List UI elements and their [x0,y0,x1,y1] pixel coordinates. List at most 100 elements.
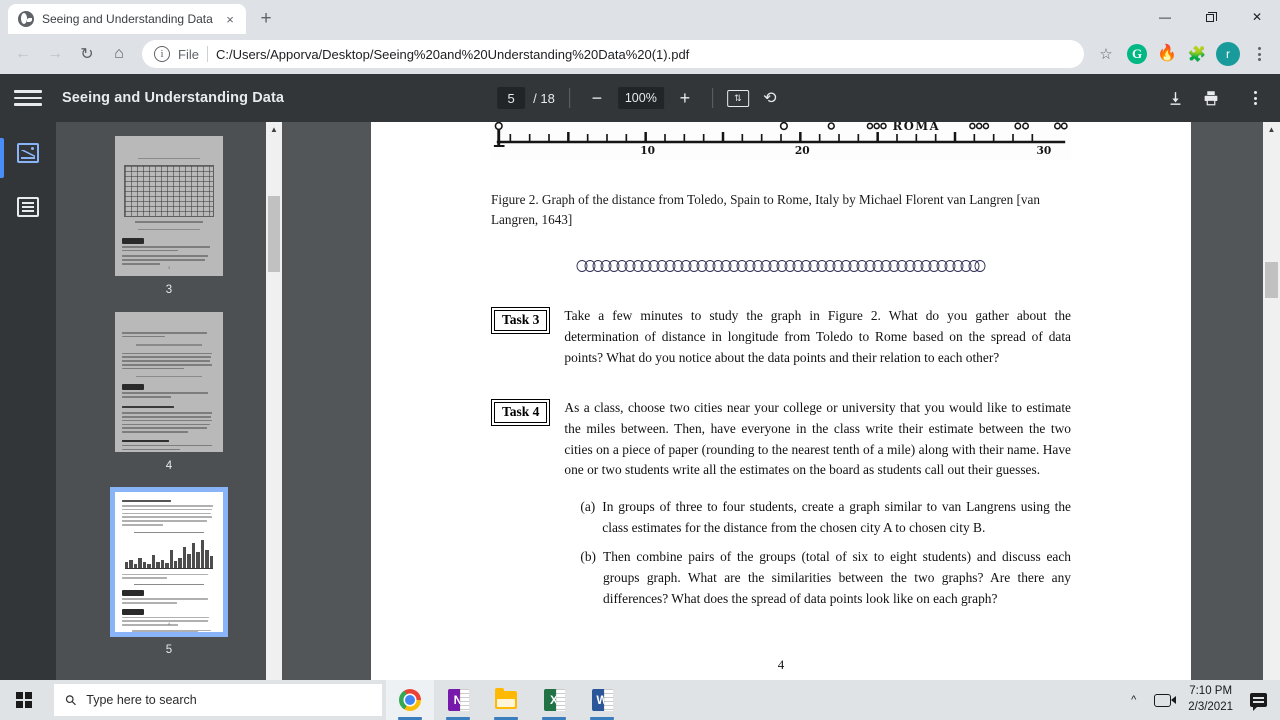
thumbnail-page-5[interactable]: 4 5 [110,487,228,672]
printer-icon[interactable] [1202,89,1220,107]
globe-icon [18,11,34,27]
chrome-logo [399,689,421,711]
scrollbar-thumb[interactable] [268,196,280,272]
pdf-page-controls: 5 / 18 − 100% + ⇅ ⟲ [497,85,783,111]
grammarly-glyph: G [1127,44,1147,64]
taskbar-search-input[interactable]: ⚲ Type here to search [54,684,382,716]
svg-text:20: 20 [795,144,810,157]
scroll-up-arrow[interactable]: ▲ [1263,125,1280,134]
new-tab-button[interactable]: + [252,5,280,33]
browser-menu-icon[interactable] [1246,47,1272,61]
pdf-more-menu-icon[interactable] [1242,91,1268,105]
download-icon[interactable] [1167,90,1184,107]
folder-icon [495,688,517,709]
document-outline-icon[interactable] [15,194,41,220]
figure-image: ROMA 10 20 30 [491,122,1071,160]
taskbar-app-icons: N X W [386,680,626,720]
pdf-document-area[interactable]: ROMA 10 20 30 Figure 2. Graph of the dis… [282,122,1280,720]
reload-button[interactable]: ↻ [72,39,102,69]
clock-time: 7:10 PM [1189,685,1233,698]
chrome-taskbar-icon[interactable] [386,680,434,720]
scheme-label: File [178,46,199,62]
zoom-out-button[interactable]: − [584,85,610,111]
windows-taskbar: ⚲ Type here to search N X W ^ 7:10 PM 2/… [0,680,1280,720]
start-button[interactable] [0,680,48,720]
thumbnail-label: 4 [165,460,173,472]
taskbar-clock[interactable]: 7:10 PM 2/3/2021 [1180,684,1241,715]
page-number-input[interactable]: 5 [497,87,526,109]
thumbnail-scrollbar[interactable]: ▲ ▼ [266,122,282,720]
chevron-up-icon[interactable]: ^ [1122,680,1145,720]
extensions-puzzle-icon[interactable]: 🧩 [1184,41,1210,67]
profile-avatar[interactable]: r [1216,42,1240,66]
document-page-number: 4 [777,656,785,672]
task-3: Task 3 Take a few minutes to study the g… [491,306,1071,368]
pdf-side-rail [0,122,56,720]
address-bar[interactable]: i File C:/Users/Apporva/Desktop/Seeing%2… [142,40,1084,68]
restore-button[interactable] [1188,0,1234,34]
browser-toolbar: ← → ↻ ⌂ i File C:/Users/Apporva/Desktop/… [0,34,1280,74]
task-3-label: Task 3 [494,310,548,332]
thumbnails-view-icon[interactable] [15,140,41,166]
zoom-in-button[interactable]: + [672,85,698,111]
browser-tab[interactable]: Seeing and Understanding Data × [8,4,246,34]
thumbnail-page-4[interactable]: 4 [115,312,223,488]
home-button[interactable]: ⌂ [104,39,134,69]
word-taskbar-icon[interactable]: W [578,680,626,720]
task-4: Task 4 As a class, choose two cities nea… [491,398,1071,618]
divider [206,46,208,62]
task-4-label-box: Task 4 [491,399,551,427]
word-logo: W [591,689,613,711]
scrollbar-thumb[interactable] [1265,262,1278,298]
task-3-label-box: Task 3 [491,307,551,335]
fit-to-page-icon[interactable]: ⇅ [726,89,749,107]
rotate-icon[interactable]: ⟲ [757,85,783,111]
thumbnail-image: 4 [110,487,228,637]
minimize-button[interactable]: — [1142,0,1188,34]
document-scrollbar[interactable]: ▲ ▼ [1263,122,1280,720]
subitem-b-label: (b) [580,549,597,565]
clock-date: 2/3/2021 [1188,701,1233,713]
page-total-label: / 18 [533,90,555,106]
windows-logo-icon [16,692,32,708]
site-info-icon[interactable]: i [154,46,170,62]
divider [711,88,713,108]
back-button[interactable]: ← [8,39,38,69]
task-3-text: Take a few minutes to study the graph in… [564,308,1071,365]
flame-extension-icon[interactable]: 🔥 [1154,41,1180,67]
svg-text:30: 30 [1037,144,1052,157]
task-4-text: As a class, choose two cities near your … [564,400,1071,478]
pdf-toolbar-actions [1167,89,1268,107]
thumbnail-image: 3 [115,136,223,276]
thumbnail-label: 3 [165,284,173,296]
thumbnail-label: 5 [165,644,173,656]
puzzle-glyph: 🧩 [1187,46,1207,63]
notification-icon[interactable] [1241,680,1276,720]
pdf-page: ROMA 10 20 30 Figure 2. Graph of the dis… [371,122,1191,720]
task-4-subitem-b: (b) Then combine pairs of the groups (to… [580,547,1071,609]
bookmark-star-icon[interactable]: ☆ [1092,40,1120,68]
pdf-viewer: Seeing and Understanding Data 5 / 18 − 1… [0,74,1280,720]
thumbnail-image [115,312,223,452]
onenote-taskbar-icon[interactable]: N [434,680,482,720]
pdf-body: 3 3 4 4 5 ▲ ROMA 10 20 30 Figure 2. Grap… [0,122,1280,720]
search-placeholder: Type here to search [86,693,197,707]
close-window-button[interactable]: ✕ [1234,0,1280,34]
search-icon: ⚲ [61,690,81,709]
file-explorer-taskbar-icon[interactable] [482,680,530,720]
thumbnail-panel[interactable]: 3 3 4 4 5 ▲ [56,122,282,720]
hamburger-icon[interactable] [14,90,42,106]
camera-icon[interactable] [1145,680,1180,720]
task-4-body: As a class, choose two cities near your … [564,398,1071,618]
zoom-level-display[interactable]: 100% [617,87,664,109]
selection-indicator [0,138,4,178]
close-icon[interactable]: × [222,11,238,27]
scroll-up-arrow[interactable]: ▲ [270,122,278,137]
thumbnail-page-3[interactable]: 3 3 [115,136,223,312]
tab-strip: Seeing and Understanding Data × + — ✕ [0,0,1280,34]
grammarly-extension-icon[interactable]: G [1124,41,1150,67]
excel-taskbar-icon[interactable]: X [530,680,578,720]
decorative-chain-divider [491,258,1071,276]
forward-button[interactable]: → [40,39,70,69]
excel-logo: X [543,689,565,711]
